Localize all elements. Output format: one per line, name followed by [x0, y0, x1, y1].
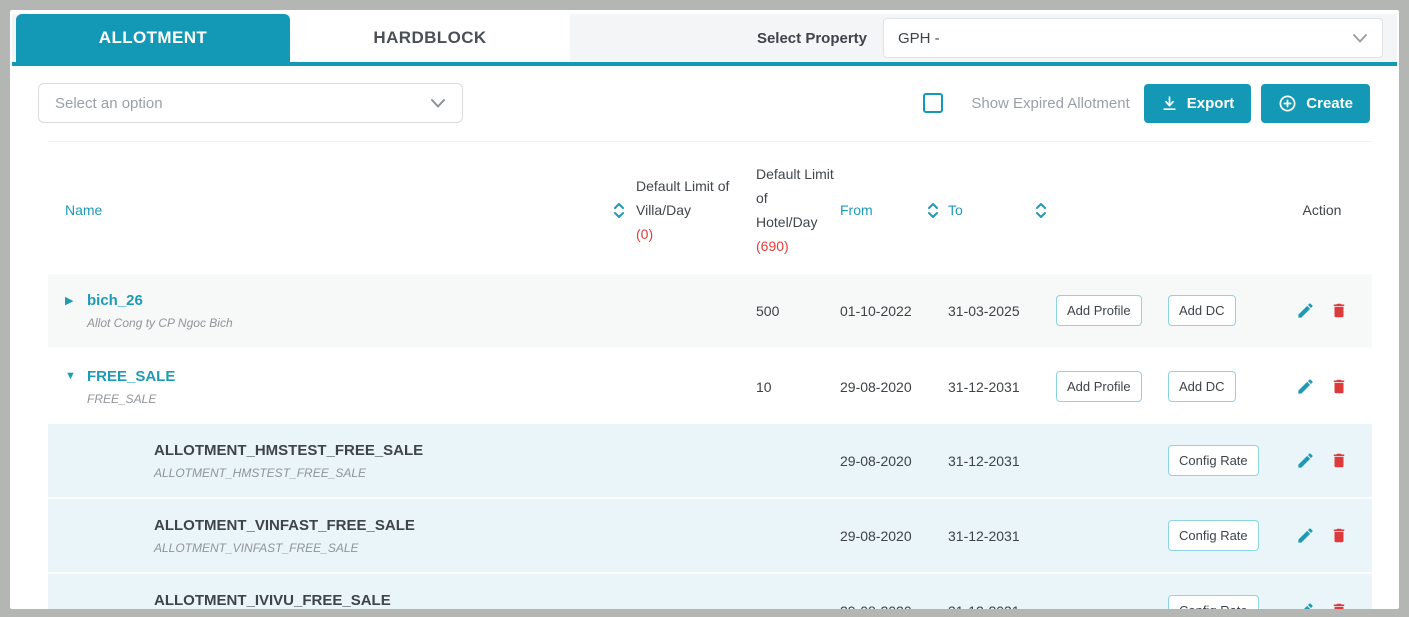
column-header-to[interactable]: To	[948, 202, 1034, 218]
filter-select[interactable]: Select an option	[38, 83, 463, 123]
edit-button[interactable]	[1296, 377, 1315, 396]
config-rate-button[interactable]: Config Rate	[1168, 520, 1259, 551]
collapse-row-icon[interactable]: ▼	[65, 368, 87, 382]
delete-button[interactable]	[1330, 526, 1348, 545]
export-button-label: Export	[1186, 94, 1235, 112]
pencil-icon	[1296, 377, 1315, 396]
pencil-icon	[1296, 451, 1315, 470]
delete-button[interactable]	[1330, 451, 1348, 470]
property-selector-group: Select Property GPH -	[757, 14, 1397, 62]
trash-icon	[1330, 601, 1348, 609]
pencil-icon	[1296, 526, 1315, 545]
from-date: 29-08-2020	[840, 527, 912, 544]
allotment-name: ALLOTMENT_IVIVU_FREE_SALE	[154, 591, 391, 609]
column-header-villa-limit: Default Limit of Villa/Day (0)	[636, 174, 756, 246]
export-button[interactable]: Export	[1143, 83, 1252, 123]
to-date: 31-12-2031	[948, 603, 1034, 610]
table-row: ▼ FREE_SALE FREE_SALE 10 29-08-2020 31-1…	[48, 349, 1372, 424]
download-icon	[1161, 95, 1178, 112]
allotment-subtitle: Allot Cong ty CP Ngoc Bich	[87, 315, 233, 330]
create-button-label: Create	[1306, 94, 1353, 112]
allotment-name: ALLOTMENT_VINFAST_FREE_SALE	[154, 516, 415, 534]
property-select-value: GPH -	[898, 29, 940, 47]
trash-icon	[1330, 377, 1348, 396]
chevron-down-icon	[1352, 33, 1368, 44]
tab-allotment[interactable]: ALLOTMENT	[16, 14, 290, 62]
allotment-subtitle: FREE_SALE	[87, 391, 157, 406]
show-expired-checkbox[interactable]	[923, 93, 944, 113]
allotment-name-link[interactable]: FREE_SALE	[87, 368, 175, 385]
delete-button[interactable]	[1330, 601, 1348, 609]
trash-icon	[1330, 301, 1348, 320]
expand-row-icon[interactable]: ▶	[65, 292, 87, 307]
allotment-subtitle: ALLOTMENT_HMSTEST_FREE_SALE	[154, 465, 367, 480]
to-date: 31-12-2031	[948, 452, 1020, 469]
table-header: Name Default Limit of Villa/Day (0) Defa…	[48, 142, 1372, 274]
plus-circle-icon	[1278, 94, 1297, 113]
delete-button[interactable]	[1330, 301, 1348, 320]
pencil-icon	[1296, 601, 1315, 609]
hotel-limit-total: (690)	[756, 238, 789, 254]
add-dc-button[interactable]: Add DC	[1168, 295, 1236, 326]
column-header-hotel-limit: Default Limit of Hotel/Day (690)	[756, 162, 840, 258]
table-row-child: ALLOTMENT_HMSTEST_FREE_SALE ALLOTMENT_HM…	[48, 424, 1372, 499]
edit-button[interactable]	[1296, 451, 1315, 470]
hotel-limit-value: 10	[756, 378, 772, 395]
config-rate-button[interactable]: Config Rate	[1168, 445, 1259, 476]
delete-button[interactable]	[1330, 377, 1348, 396]
from-date: 29-08-2020	[840, 603, 926, 610]
edit-button[interactable]	[1296, 526, 1315, 545]
table-row-child: ALLOTMENT_IVIVU_FREE_SALE ALLOTMENT_IVIV…	[48, 574, 1372, 609]
from-date: 01-10-2022	[840, 302, 912, 319]
toolbar: Select an option Show Expired Allotment …	[10, 66, 1399, 141]
trash-icon	[1330, 451, 1348, 470]
sort-icon[interactable]	[1034, 201, 1056, 220]
allotment-page: ALLOTMENT HARDBLOCK Select Property GPH …	[10, 10, 1399, 609]
column-header-action: Action	[1302, 202, 1342, 218]
window-frame: ALLOTMENT HARDBLOCK Select Property GPH …	[0, 0, 1409, 617]
sort-icon[interactable]	[612, 201, 626, 220]
select-property-label: Select Property	[756, 29, 867, 47]
to-date: 31-03-2025	[948, 302, 1020, 319]
property-select[interactable]: GPH -	[883, 18, 1383, 58]
from-date: 29-08-2020	[840, 452, 912, 469]
allotment-name: ALLOTMENT_HMSTEST_FREE_SALE	[154, 441, 424, 459]
toolbar-right: Show Expired Allotment Export Create	[923, 83, 1370, 123]
edit-button[interactable]	[1296, 301, 1315, 320]
add-dc-button[interactable]: Add DC	[1168, 371, 1236, 402]
trash-icon	[1330, 526, 1348, 545]
allotment-subtitle: ALLOTMENT_VINFAST_FREE_SALE	[154, 540, 359, 555]
allotment-table: Name Default Limit of Villa/Day (0) Defa…	[48, 141, 1372, 609]
show-expired-label: Show Expired Allotment	[971, 94, 1130, 112]
villa-limit-total: (0)	[636, 226, 654, 242]
edit-button[interactable]	[1296, 601, 1315, 609]
tab-hardblock[interactable]: HARDBLOCK	[290, 14, 570, 62]
sort-icon[interactable]	[926, 201, 948, 220]
add-profile-button[interactable]: Add Profile	[1056, 295, 1142, 326]
add-profile-button[interactable]: Add Profile	[1056, 371, 1142, 402]
column-header-from[interactable]: From	[840, 202, 926, 218]
column-header-name[interactable]: Name	[65, 202, 102, 218]
to-date: 31-12-2031	[948, 378, 1020, 395]
tab-bar: ALLOTMENT HARDBLOCK Select Property GPH …	[12, 14, 1397, 66]
allotment-name-link[interactable]: bich_26	[87, 292, 233, 309]
filter-select-value: Select an option	[55, 94, 163, 112]
chevron-down-icon	[430, 98, 446, 109]
pencil-icon	[1296, 301, 1315, 320]
table-row: ▶ bich_26 Allot Cong ty CP Ngoc Bich 500…	[48, 274, 1372, 349]
to-date: 31-12-2031	[948, 527, 1020, 544]
config-rate-button[interactable]: Config Rate	[1168, 595, 1259, 609]
hotel-limit-value: 500	[756, 302, 780, 319]
from-date: 29-08-2020	[840, 378, 912, 395]
create-button[interactable]: Create	[1261, 83, 1370, 123]
table-row-child: ALLOTMENT_VINFAST_FREE_SALE ALLOTMENT_VI…	[48, 499, 1372, 574]
